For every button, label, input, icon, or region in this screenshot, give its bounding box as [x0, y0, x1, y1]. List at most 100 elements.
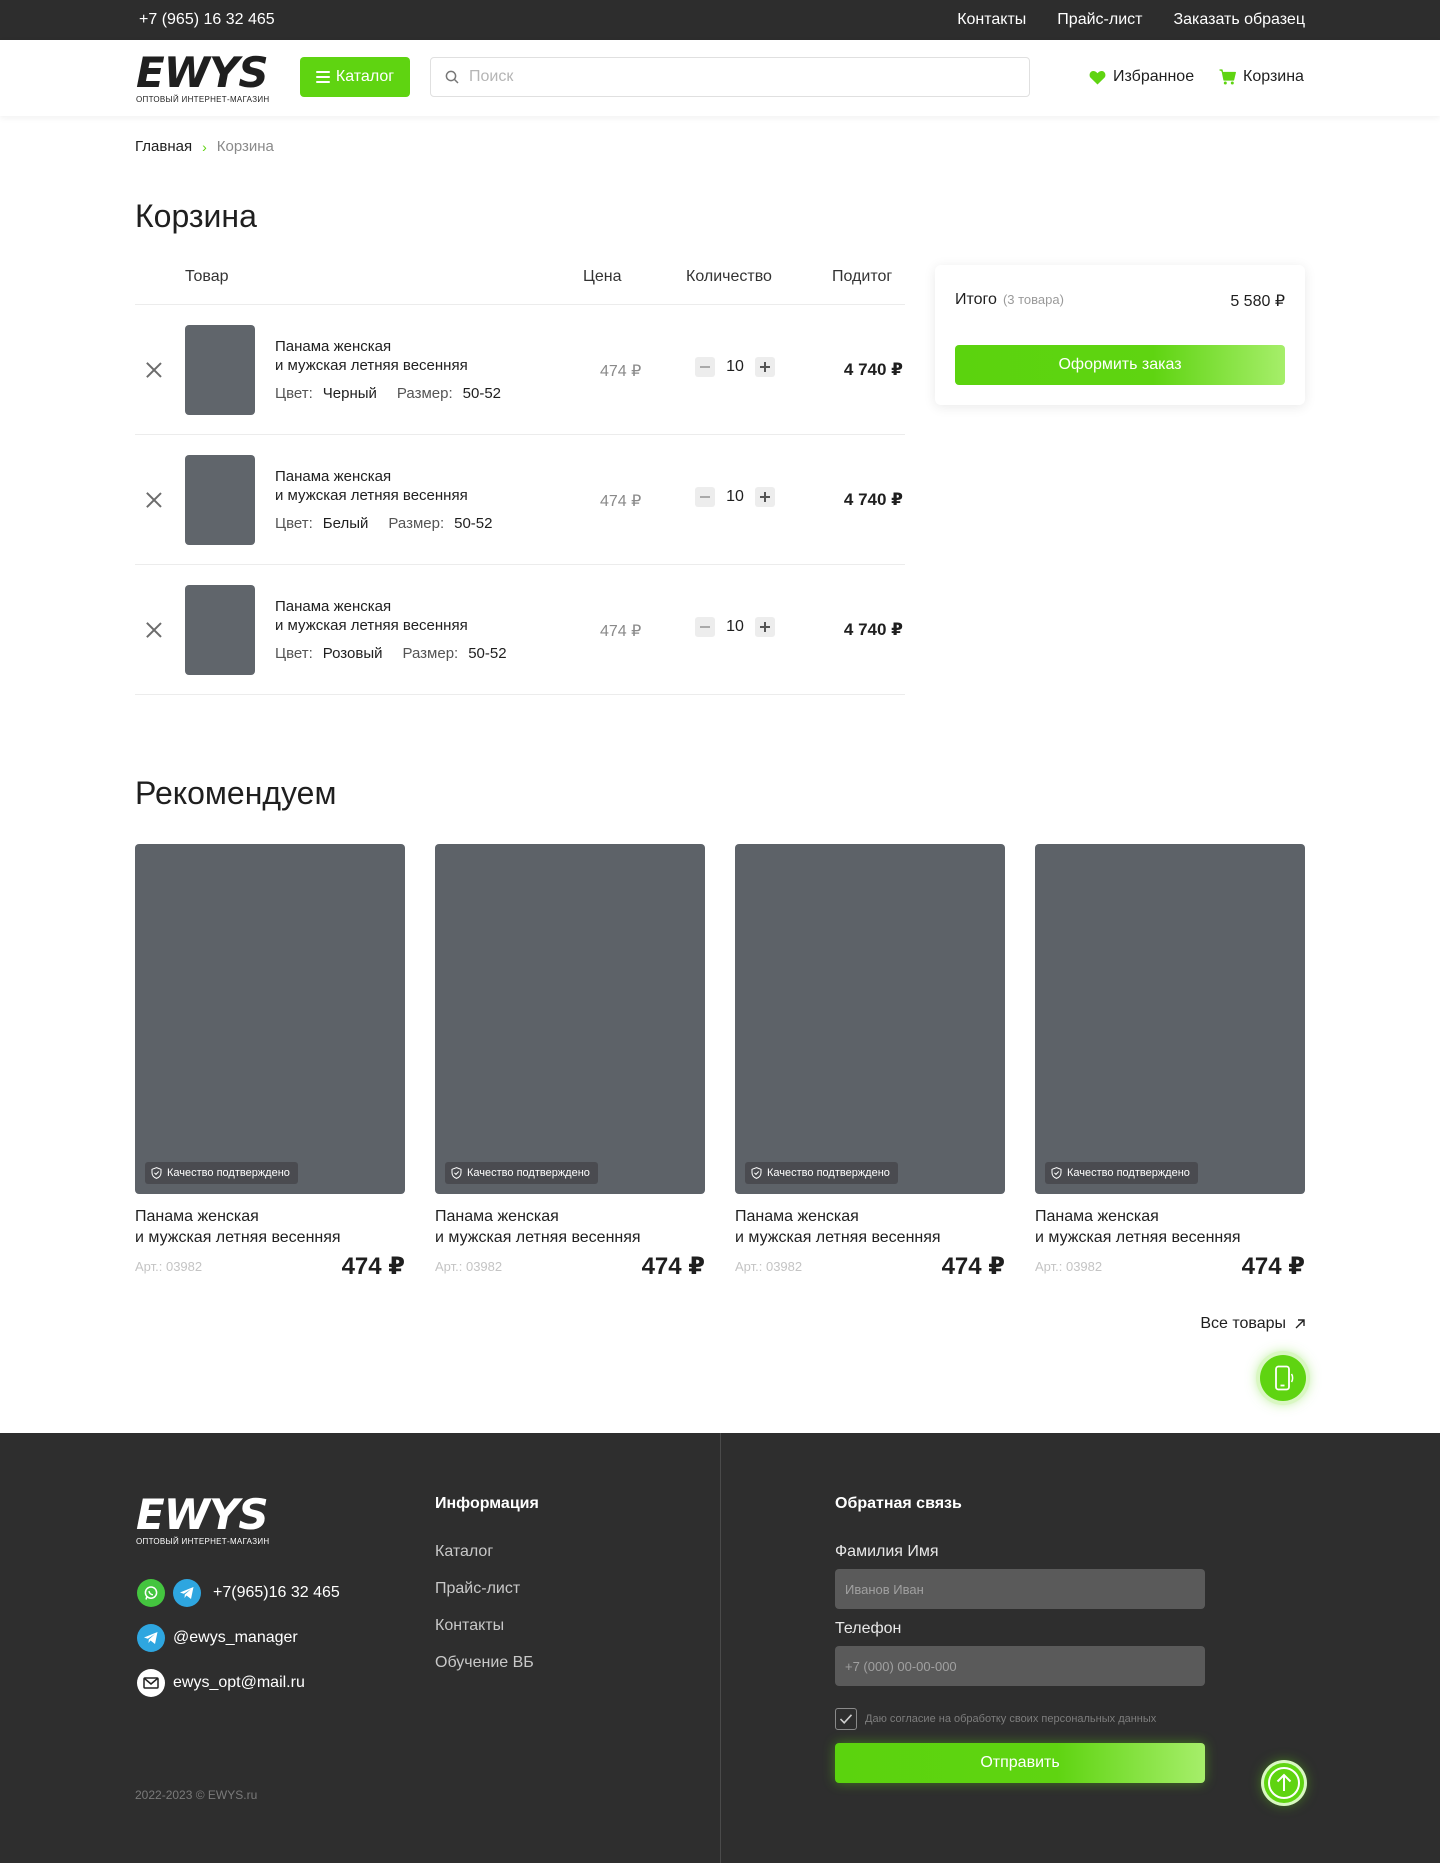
cart-row: Панама женская и мужская летняя весенняя …: [135, 435, 905, 565]
top-link-price-list[interactable]: Прайс-лист: [1057, 11, 1142, 29]
cart-item-attributes: Цвет: Черный Размер: 50-52: [275, 385, 502, 402]
cart-item-name[interactable]: Панама женская и мужская летняя весенняя: [275, 467, 535, 505]
cart-item-price: 474 ₽: [600, 493, 642, 510]
quantity-stepper: 10: [695, 357, 775, 377]
product-article: Арт.: 03982: [435, 1259, 503, 1274]
all-goods-link[interactable]: Все товары: [1200, 1315, 1306, 1333]
cart-item-color: Черный: [322, 385, 377, 402]
consent-text: Даю согласие на обработку своих персонал…: [865, 1713, 1157, 1725]
mail-icon: [137, 1669, 165, 1697]
logo[interactable]: EWYS ОПТОВЫЙ ИНТЕРНЕТ-МАГАЗИН: [136, 48, 280, 105]
close-icon[interactable]: [143, 489, 165, 511]
minus-icon[interactable]: [695, 617, 715, 637]
product-thumbnail[interactable]: [185, 325, 255, 415]
telegram-icon: [137, 1624, 165, 1652]
col-quantity: Количество: [686, 268, 772, 285]
summary-label: Итого (3 товара): [955, 291, 1064, 308]
product-card[interactable]: Качество подтверждено Панама женская и му…: [435, 844, 705, 1281]
scroll-top-button[interactable]: [1264, 1763, 1304, 1803]
col-subtotal: Подитог: [832, 268, 893, 285]
consent-checkbox[interactable]: Даю согласие на обработку своих персонал…: [835, 1708, 1156, 1730]
minus-icon[interactable]: [695, 357, 715, 377]
quality-badge: Качество подтверждено: [445, 1162, 598, 1184]
footer-telegram[interactable]: @ewys_manager: [137, 1624, 298, 1652]
cart-item-color: Розовый: [322, 645, 383, 662]
search-box: [430, 57, 1030, 97]
copyright: 2022-2023 © EWYS.ru: [135, 1788, 258, 1802]
product-name[interactable]: Панама женская и мужская летняя весенняя: [735, 1206, 1005, 1248]
product-thumbnail[interactable]: [185, 455, 255, 545]
plus-icon[interactable]: [755, 487, 775, 507]
callback-button[interactable]: [1260, 1355, 1306, 1401]
cart-item-price: 474 ₽: [600, 363, 642, 380]
catalog-button[interactable]: Каталог: [300, 57, 410, 97]
top-link-order-sample[interactable]: Заказать образец: [1173, 11, 1305, 29]
product-name[interactable]: Панама женская и мужская летняя весенняя: [435, 1206, 705, 1248]
quality-badge: Качество подтверждено: [745, 1162, 898, 1184]
quality-badge: Качество подтверждено: [1045, 1162, 1198, 1184]
footer-link-contacts[interactable]: Контакты: [435, 1617, 504, 1635]
favorites-link[interactable]: Избранное: [1089, 68, 1194, 86]
quantity-value[interactable]: 10: [723, 358, 747, 376]
product-name[interactable]: Панама женская и мужская летняя весенняя: [1035, 1206, 1305, 1248]
send-button[interactable]: Отправить: [835, 1743, 1205, 1783]
close-icon[interactable]: [143, 359, 165, 381]
cart-item-subtotal: 4 740 ₽: [843, 490, 903, 509]
product-image[interactable]: Качество подтверждено: [1035, 844, 1305, 1194]
shield-check-icon: [151, 1167, 162, 1179]
order-summary: Итого (3 товара) 5 580 ₽ Оформить заказ: [935, 265, 1305, 405]
product-card[interactable]: Качество подтверждено Панама женская и му…: [735, 844, 1005, 1281]
summary-total: 5 580 ₽: [1230, 293, 1285, 310]
footer-link-catalog[interactable]: Каталог: [435, 1543, 493, 1561]
search-input[interactable]: [469, 68, 989, 86]
top-bar: +7 (965) 16 32 465 Контакты Прайс-лист З…: [0, 0, 1440, 40]
breadcrumb-home[interactable]: Главная: [135, 138, 192, 155]
footer-email[interactable]: ewys_opt@mail.ru: [137, 1669, 305, 1697]
info-title: Информация: [435, 1495, 539, 1512]
product-image[interactable]: Качество подтверждено: [135, 844, 405, 1194]
top-link-contacts[interactable]: Контакты: [957, 11, 1026, 29]
whatsapp-icon[interactable]: [137, 1579, 165, 1607]
close-icon[interactable]: [143, 619, 165, 641]
product-price: 474 ₽: [341, 1253, 405, 1280]
top-phone[interactable]: +7 (965) 16 32 465: [139, 11, 275, 29]
minus-icon[interactable]: [695, 487, 715, 507]
cart-item-name[interactable]: Панама женская и мужская летняя весенняя: [275, 597, 535, 635]
footer-divider: [720, 1433, 721, 1863]
logo-subtitle: ОПТОВЫЙ ИНТЕРНЕТ-МАГАЗИН: [136, 95, 270, 104]
shield-check-icon: [1051, 1167, 1062, 1179]
cart-item-name[interactable]: Панама женская и мужская летняя весенняя: [275, 337, 535, 375]
shield-check-icon: [751, 1167, 762, 1179]
telegram-icon[interactable]: [173, 1579, 201, 1607]
footer-link-training[interactable]: Обучение ВБ: [435, 1654, 534, 1672]
page-title: Корзина: [135, 198, 257, 234]
quantity-value[interactable]: 10: [723, 618, 747, 636]
product-thumbnail[interactable]: [185, 585, 255, 675]
plus-icon[interactable]: [755, 617, 775, 637]
quantity-value[interactable]: 10: [723, 488, 747, 506]
logo-mark: EWYS: [136, 48, 269, 97]
heart-icon: [1089, 70, 1106, 84]
footer-phone[interactable]: +7(965)16 32 465: [137, 1579, 340, 1607]
product-article: Арт.: 03982: [1035, 1259, 1103, 1274]
feedback-title: Обратная связь: [835, 1495, 962, 1512]
checkout-button[interactable]: Оформить заказ: [955, 345, 1285, 385]
plus-icon[interactable]: [755, 357, 775, 377]
cart-item-attributes: Цвет: Розовый Размер: 50-52: [275, 645, 507, 662]
cart-label: Корзина: [1243, 68, 1304, 85]
product-name[interactable]: Панама женская и мужская летняя весенняя: [135, 1206, 405, 1248]
cart-link[interactable]: Корзина: [1219, 68, 1304, 86]
product-image[interactable]: Качество подтверждено: [735, 844, 1005, 1194]
phone-field[interactable]: [835, 1646, 1205, 1686]
product-card[interactable]: Качество подтверждено Панама женская и му…: [1035, 844, 1305, 1281]
check-icon[interactable]: [835, 1708, 857, 1730]
name-field[interactable]: [835, 1569, 1205, 1609]
product-card[interactable]: Качество подтверждено Панама женская и му…: [135, 844, 405, 1281]
cart-item-subtotal: 4 740 ₽: [843, 620, 903, 639]
footer-logo[interactable]: EWYS ОПТОВЫЙ ИНТЕРНЕТ-МАГАЗИН: [136, 1494, 269, 1547]
breadcrumb-current: Корзина: [216, 138, 274, 155]
cart-item-size: 50-52: [454, 515, 493, 532]
favorites-label: Избранное: [1113, 68, 1195, 85]
product-image[interactable]: Качество подтверждено: [435, 844, 705, 1194]
footer-link-price-list[interactable]: Прайс-лист: [435, 1580, 520, 1598]
